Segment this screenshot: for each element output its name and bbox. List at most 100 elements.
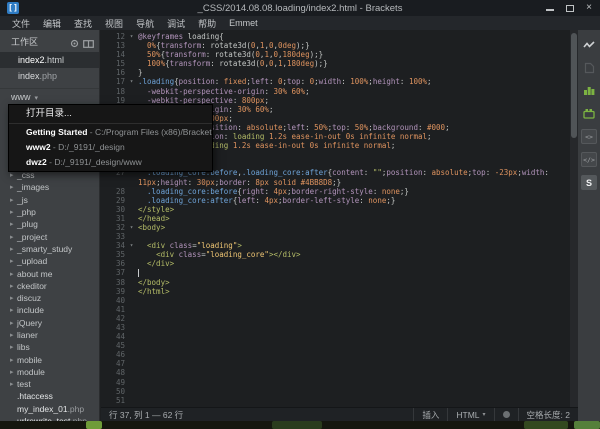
code-line-48[interactable]: 48 — [101, 368, 570, 377]
code-line-34[interactable]: 34▾ <div class="loading"> — [101, 241, 570, 250]
line-number: 30 — [101, 205, 125, 214]
code-editor[interactable]: 12▾@keyframes loading{13 0%{transform: r… — [101, 30, 570, 407]
working-file-index2.html[interactable]: index2.html — [0, 52, 99, 68]
live-preview-icon[interactable] — [581, 37, 597, 52]
extension-manager-brick-icon[interactable] — [581, 106, 597, 121]
maximize-button[interactable] — [566, 5, 574, 12]
working-file-index.php[interactable]: index.php — [0, 68, 99, 84]
menu-find[interactable]: 查找 — [74, 17, 92, 30]
code-line-12[interactable]: 12▾@keyframes loading{ — [101, 32, 570, 41]
code-line-42[interactable]: 42 — [101, 314, 570, 323]
tree-file-my_index_01.php[interactable]: my_index_01.php — [0, 403, 99, 415]
menu-edit[interactable]: 编辑 — [43, 17, 61, 30]
settings-gear-icon[interactable] — [70, 35, 79, 53]
code-tag-icon[interactable]: <> — [581, 129, 597, 144]
text-cursor — [138, 269, 139, 277]
code-line-wrap[interactable]: 11px;height: 30px;border: 8px solid #4BB… — [101, 178, 570, 187]
spaces-setting[interactable]: 空格长度: 2 — [518, 408, 578, 421]
code-line-31[interactable]: 31</head> — [101, 214, 570, 223]
code-line-49[interactable]: 49 — [101, 378, 570, 387]
language-selector[interactable]: HTML▾ — [447, 408, 493, 421]
tree-folder-discuz[interactable]: ▸discuz — [0, 292, 99, 304]
code-line-32[interactable]: 32▾<body> — [101, 223, 570, 232]
code-line-29[interactable]: 29 .loading_core:after{left: 4px;border-… — [101, 196, 570, 205]
code-closing-tag-icon[interactable]: </> — [581, 152, 597, 167]
tree-folder-_upload[interactable]: ▸_upload — [0, 255, 99, 267]
tree-folder-_images[interactable]: ▸_images — [0, 181, 99, 193]
code-line-45[interactable]: 45 — [101, 341, 570, 350]
tree-folder-module[interactable]: ▸module — [0, 366, 99, 378]
code-line-35[interactable]: 35 <div class="loading_core"></div> — [101, 250, 570, 259]
fold-arrow-icon[interactable]: ▾ — [125, 241, 138, 250]
code-line-50[interactable]: 50 — [101, 387, 570, 396]
fold-spacer — [125, 305, 138, 314]
tree-folder-_plug[interactable]: ▸_plug — [0, 218, 99, 230]
fold-spacer — [125, 50, 138, 59]
code-line-33[interactable]: 33 — [101, 232, 570, 241]
tree-folder-include[interactable]: ▸include — [0, 304, 99, 316]
code-line-51[interactable]: 51 — [101, 396, 570, 405]
code-line-15[interactable]: 15 100%{transform: rotate3d(0,0,1,180deg… — [101, 59, 570, 68]
code-line-16[interactable]: 16} — [101, 68, 570, 77]
code-line-28[interactable]: 28 .loading_core:before{right: 4px;borde… — [101, 187, 570, 196]
menu-navigate[interactable]: 导航 — [136, 17, 154, 30]
menu-help[interactable]: 帮助 — [198, 17, 216, 30]
menu-file[interactable]: 文件 — [12, 17, 30, 30]
live-preview-status[interactable] — [494, 408, 518, 421]
vertical-scrollbar[interactable] — [570, 30, 578, 407]
tree-folder-test[interactable]: ▸test — [0, 378, 99, 390]
fold-spacer — [125, 232, 138, 241]
tree-folder-about me[interactable]: ▸about me — [0, 267, 99, 279]
recent-project-Getting Started[interactable]: Getting Started - C:/Program Files (x86)… — [9, 124, 212, 139]
tree-folder-_project[interactable]: ▸_project — [0, 230, 99, 242]
fold-spacer — [125, 205, 138, 214]
tree-folder-_smarty_study[interactable]: ▸_smarty_study — [0, 243, 99, 255]
tree-folder-jQuery[interactable]: ▸jQuery — [0, 317, 99, 329]
code-line-44[interactable]: 44 — [101, 332, 570, 341]
fold-spacer — [125, 196, 138, 205]
open-directory-item[interactable]: 打开目录... — [9, 105, 212, 123]
menu-debug[interactable]: 调试 — [167, 17, 185, 30]
tree-folder-ckeditor[interactable]: ▸ckeditor — [0, 280, 99, 292]
code-line-47[interactable]: 47 — [101, 359, 570, 368]
code-line-39[interactable]: 39</html> — [101, 287, 570, 296]
menu-emmet[interactable]: Emmet — [229, 18, 258, 28]
close-button[interactable]: × — [586, 3, 592, 13]
collapsed-arrow-icon: ▸ — [10, 380, 17, 388]
minimize-button[interactable] — [546, 9, 554, 11]
tree-folder-libs[interactable]: ▸libs — [0, 341, 99, 353]
code-line-40[interactable]: 40 — [101, 296, 570, 305]
fold-spacer — [125, 59, 138, 68]
recent-project-dwz2[interactable]: dwz2 - D:/_9191/_design/www — [9, 154, 212, 169]
line-number: 37 — [101, 268, 125, 277]
code-line-43[interactable]: 43 — [101, 323, 570, 332]
tree-folder-mobile[interactable]: ▸mobile — [0, 353, 99, 365]
recent-project-www2[interactable]: www2 - D:/_9191/_design — [9, 139, 212, 154]
code-line-37[interactable]: 37 — [101, 268, 570, 277]
code-line-17[interactable]: 17▾.loading{position: fixed;left: 0;top:… — [101, 77, 570, 86]
tree-folder-_php[interactable]: ▸_php — [0, 206, 99, 218]
code-line-30[interactable]: 30</style> — [101, 205, 570, 214]
code-line-38[interactable]: 38</body> — [101, 278, 570, 287]
code-line-13[interactable]: 13 0%{transform: rotate3d(0,1,0,0deg);} — [101, 41, 570, 50]
scrollbar-thumb[interactable] — [571, 33, 577, 138]
code-line-14[interactable]: 14 50%{transform: rotate3d(0,1,0,180deg)… — [101, 50, 570, 59]
tree-file-.htaccess[interactable]: .htaccess — [0, 390, 99, 402]
insert-mode-toggle[interactable]: 插入 — [413, 408, 447, 421]
file-page-icon[interactable] — [581, 60, 597, 75]
fold-arrow-icon[interactable]: ▾ — [125, 223, 138, 232]
code-line-18[interactable]: 18 -webkit-perspective-origin: 30% 60%; — [101, 87, 570, 96]
fold-arrow-icon[interactable]: ▾ — [125, 77, 138, 86]
project-selector[interactable]: www▾ — [0, 88, 99, 104]
chart-extension-icon[interactable] — [581, 83, 597, 98]
code-line-41[interactable]: 41 — [101, 305, 570, 314]
split-view-icon[interactable] — [83, 35, 94, 53]
tree-folder-lianer[interactable]: ▸lianer — [0, 329, 99, 341]
code-line-46[interactable]: 46 — [101, 350, 570, 359]
snippets-icon[interactable]: S — [581, 175, 597, 190]
code-line-36[interactable]: 36 </div> — [101, 259, 570, 268]
fold-arrow-icon[interactable]: ▾ — [125, 32, 138, 41]
menu-bar: 文件编辑查找视图导航调试帮助 Emmet — [0, 16, 600, 30]
tree-folder-_js[interactable]: ▸_js — [0, 194, 99, 206]
menu-view[interactable]: 视图 — [105, 17, 123, 30]
